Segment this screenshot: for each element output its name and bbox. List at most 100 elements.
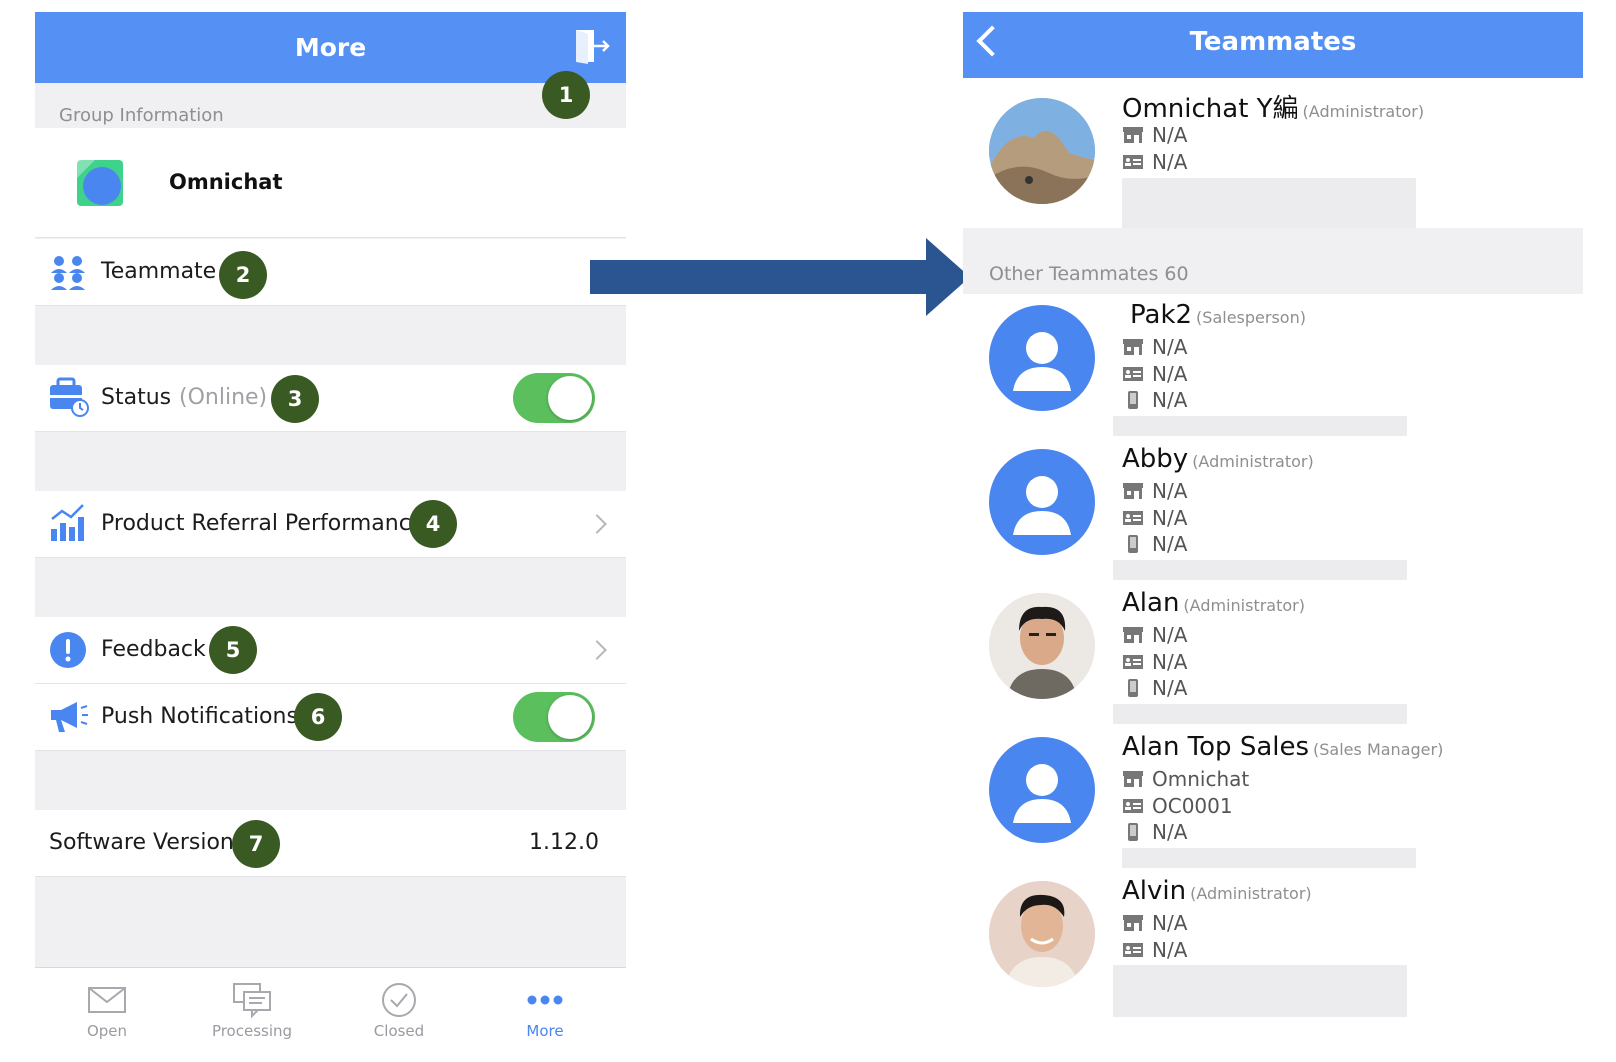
software-version-value: 1.12.0 bbox=[529, 830, 599, 855]
store-value: N/A bbox=[1152, 911, 1188, 935]
store-line: N/A bbox=[1122, 479, 1187, 505]
teammate-card[interactable]: Alan (Administrator) N/A N/A N/A bbox=[963, 582, 1583, 726]
phone-value: N/A bbox=[1152, 676, 1188, 700]
transition-arrow bbox=[590, 238, 970, 316]
more-header: More bbox=[35, 12, 626, 83]
exit-door-icon[interactable] bbox=[572, 28, 612, 64]
tab-processing-label: Processing bbox=[211, 1022, 293, 1040]
phone-value: N/A bbox=[1152, 532, 1188, 556]
push-toggle[interactable] bbox=[513, 692, 595, 742]
alvin-photo bbox=[989, 881, 1095, 987]
id-card-icon bbox=[1123, 367, 1143, 381]
badge-2: 2 bbox=[219, 251, 267, 299]
phone-line: N/A bbox=[1122, 820, 1187, 846]
chevron-right-icon bbox=[587, 514, 607, 534]
id-card-icon bbox=[1123, 799, 1143, 813]
default-avatar-icon bbox=[989, 737, 1095, 843]
badge-3: 3 bbox=[271, 375, 319, 423]
store-icon bbox=[1123, 127, 1143, 143]
tab-processing[interactable]: Processing bbox=[182, 968, 322, 1052]
feedback-label: Feedback bbox=[101, 637, 206, 662]
phone-value: N/A bbox=[1152, 820, 1188, 844]
teammate-name-text: Alan bbox=[1122, 588, 1180, 618]
my-store: N/A bbox=[1152, 123, 1188, 147]
placeholder-block bbox=[1113, 704, 1407, 724]
my-id: N/A bbox=[1152, 150, 1188, 174]
my-avatar-photo bbox=[989, 98, 1095, 204]
id-card-icon bbox=[1123, 155, 1143, 169]
phone-icon bbox=[1128, 679, 1138, 697]
megaphone-icon bbox=[51, 702, 88, 732]
teammate-label: Teammate bbox=[101, 259, 217, 284]
product-referral-row[interactable]: Product Referral Performance bbox=[35, 491, 626, 558]
group-name: Omnichat bbox=[169, 170, 283, 194]
store-icon bbox=[1123, 339, 1143, 355]
envelope-icon bbox=[88, 987, 126, 1013]
id-card-icon bbox=[1123, 511, 1143, 525]
store-line: N/A bbox=[1122, 911, 1187, 937]
id-line: N/A bbox=[1122, 650, 1187, 676]
id-value: N/A bbox=[1152, 362, 1188, 386]
phone-value: N/A bbox=[1152, 388, 1188, 412]
my-id-line: N/A bbox=[1122, 150, 1187, 176]
id-value: N/A bbox=[1152, 506, 1188, 530]
badge-6: 6 bbox=[294, 693, 342, 741]
header-title: More bbox=[294, 33, 367, 62]
status-label: Status bbox=[101, 385, 172, 410]
teammate-role: (Sales Manager) bbox=[1313, 740, 1444, 759]
teammate-card[interactable]: Alvin (Administrator) N/A N/A bbox=[963, 870, 1583, 1052]
badge-5: 5 bbox=[209, 626, 257, 674]
placeholder-block bbox=[1122, 848, 1416, 868]
id-card-icon bbox=[1123, 655, 1143, 669]
teammate-name-text: Alan Top Sales bbox=[1122, 732, 1310, 762]
teammates-header: Teammates bbox=[963, 12, 1583, 78]
tab-open[interactable]: Open bbox=[37, 968, 177, 1052]
store-line: N/A bbox=[1122, 623, 1187, 649]
teammate-name: Alan Top Sales (Sales Manager) bbox=[1122, 732, 1443, 762]
store-icon bbox=[1123, 483, 1143, 499]
teammate-name: Alan (Administrator) bbox=[1122, 588, 1305, 618]
store-line: Omnichat bbox=[1122, 767, 1249, 793]
badge-7: 7 bbox=[232, 820, 280, 868]
tab-more[interactable]: More bbox=[475, 968, 615, 1052]
phone-icon bbox=[1128, 535, 1138, 553]
more-screen: More Group Information Omnichat Teammate bbox=[35, 12, 626, 1052]
landscape-photo bbox=[989, 98, 1095, 204]
my-role: (Administrator) bbox=[1302, 102, 1425, 121]
store-value: N/A bbox=[1152, 479, 1188, 503]
placeholder-block bbox=[1113, 416, 1407, 436]
toggle-knob bbox=[548, 695, 592, 739]
teammate-row[interactable]: Teammate bbox=[35, 239, 626, 306]
teammate-card[interactable]: Pak2 (Salesperson) N/A N/A N/A bbox=[963, 294, 1583, 438]
status-toggle[interactable] bbox=[513, 373, 595, 423]
teammates-screen: Teammates Omnichat Y編 (Administrator) N/A… bbox=[963, 12, 1583, 1052]
tab-closed[interactable]: Closed bbox=[329, 968, 469, 1052]
teammate-name: Pak2 (Salesperson) bbox=[1130, 300, 1306, 330]
push-notifications-label: Push Notifications bbox=[101, 704, 298, 729]
feedback-row[interactable]: Feedback bbox=[35, 617, 626, 684]
badge-4: 4 bbox=[409, 500, 457, 548]
teammates-title: Teammates bbox=[1189, 27, 1357, 57]
software-version-row: Software Version 1.12.0 bbox=[35, 810, 626, 877]
teammate-role: (Administrator) bbox=[1192, 452, 1314, 471]
teammate-card[interactable]: Abby (Administrator) N/A N/A N/A bbox=[963, 438, 1583, 582]
tab-more-label: More bbox=[526, 1022, 564, 1040]
other-teammates-band: Other Teammates 60 bbox=[963, 228, 1583, 294]
product-referral-label: Product Referral Performance bbox=[101, 511, 425, 536]
group-row: Omnichat bbox=[35, 128, 626, 238]
teammate-name: Alvin (Administrator) bbox=[1122, 876, 1312, 906]
id-line: N/A bbox=[1122, 506, 1187, 532]
id-card-icon bbox=[1123, 943, 1143, 957]
placeholder-block bbox=[1113, 965, 1407, 1017]
id-value: N/A bbox=[1152, 938, 1188, 962]
store-value: Omnichat bbox=[1152, 767, 1250, 791]
teammate-card[interactable]: Alan Top Sales (Sales Manager) Omnichat O… bbox=[963, 726, 1583, 870]
chevron-right-icon bbox=[587, 640, 607, 660]
teammate-people-icon bbox=[51, 256, 85, 290]
group-information-label: Group Information bbox=[59, 105, 224, 126]
status-value: (Online) bbox=[179, 385, 268, 410]
tab-bar: Open Processing Closed More bbox=[35, 967, 626, 1052]
badge-1: 1 bbox=[542, 71, 590, 119]
more-dots-icon bbox=[527, 995, 563, 1005]
omnichat-logo bbox=[77, 160, 123, 206]
